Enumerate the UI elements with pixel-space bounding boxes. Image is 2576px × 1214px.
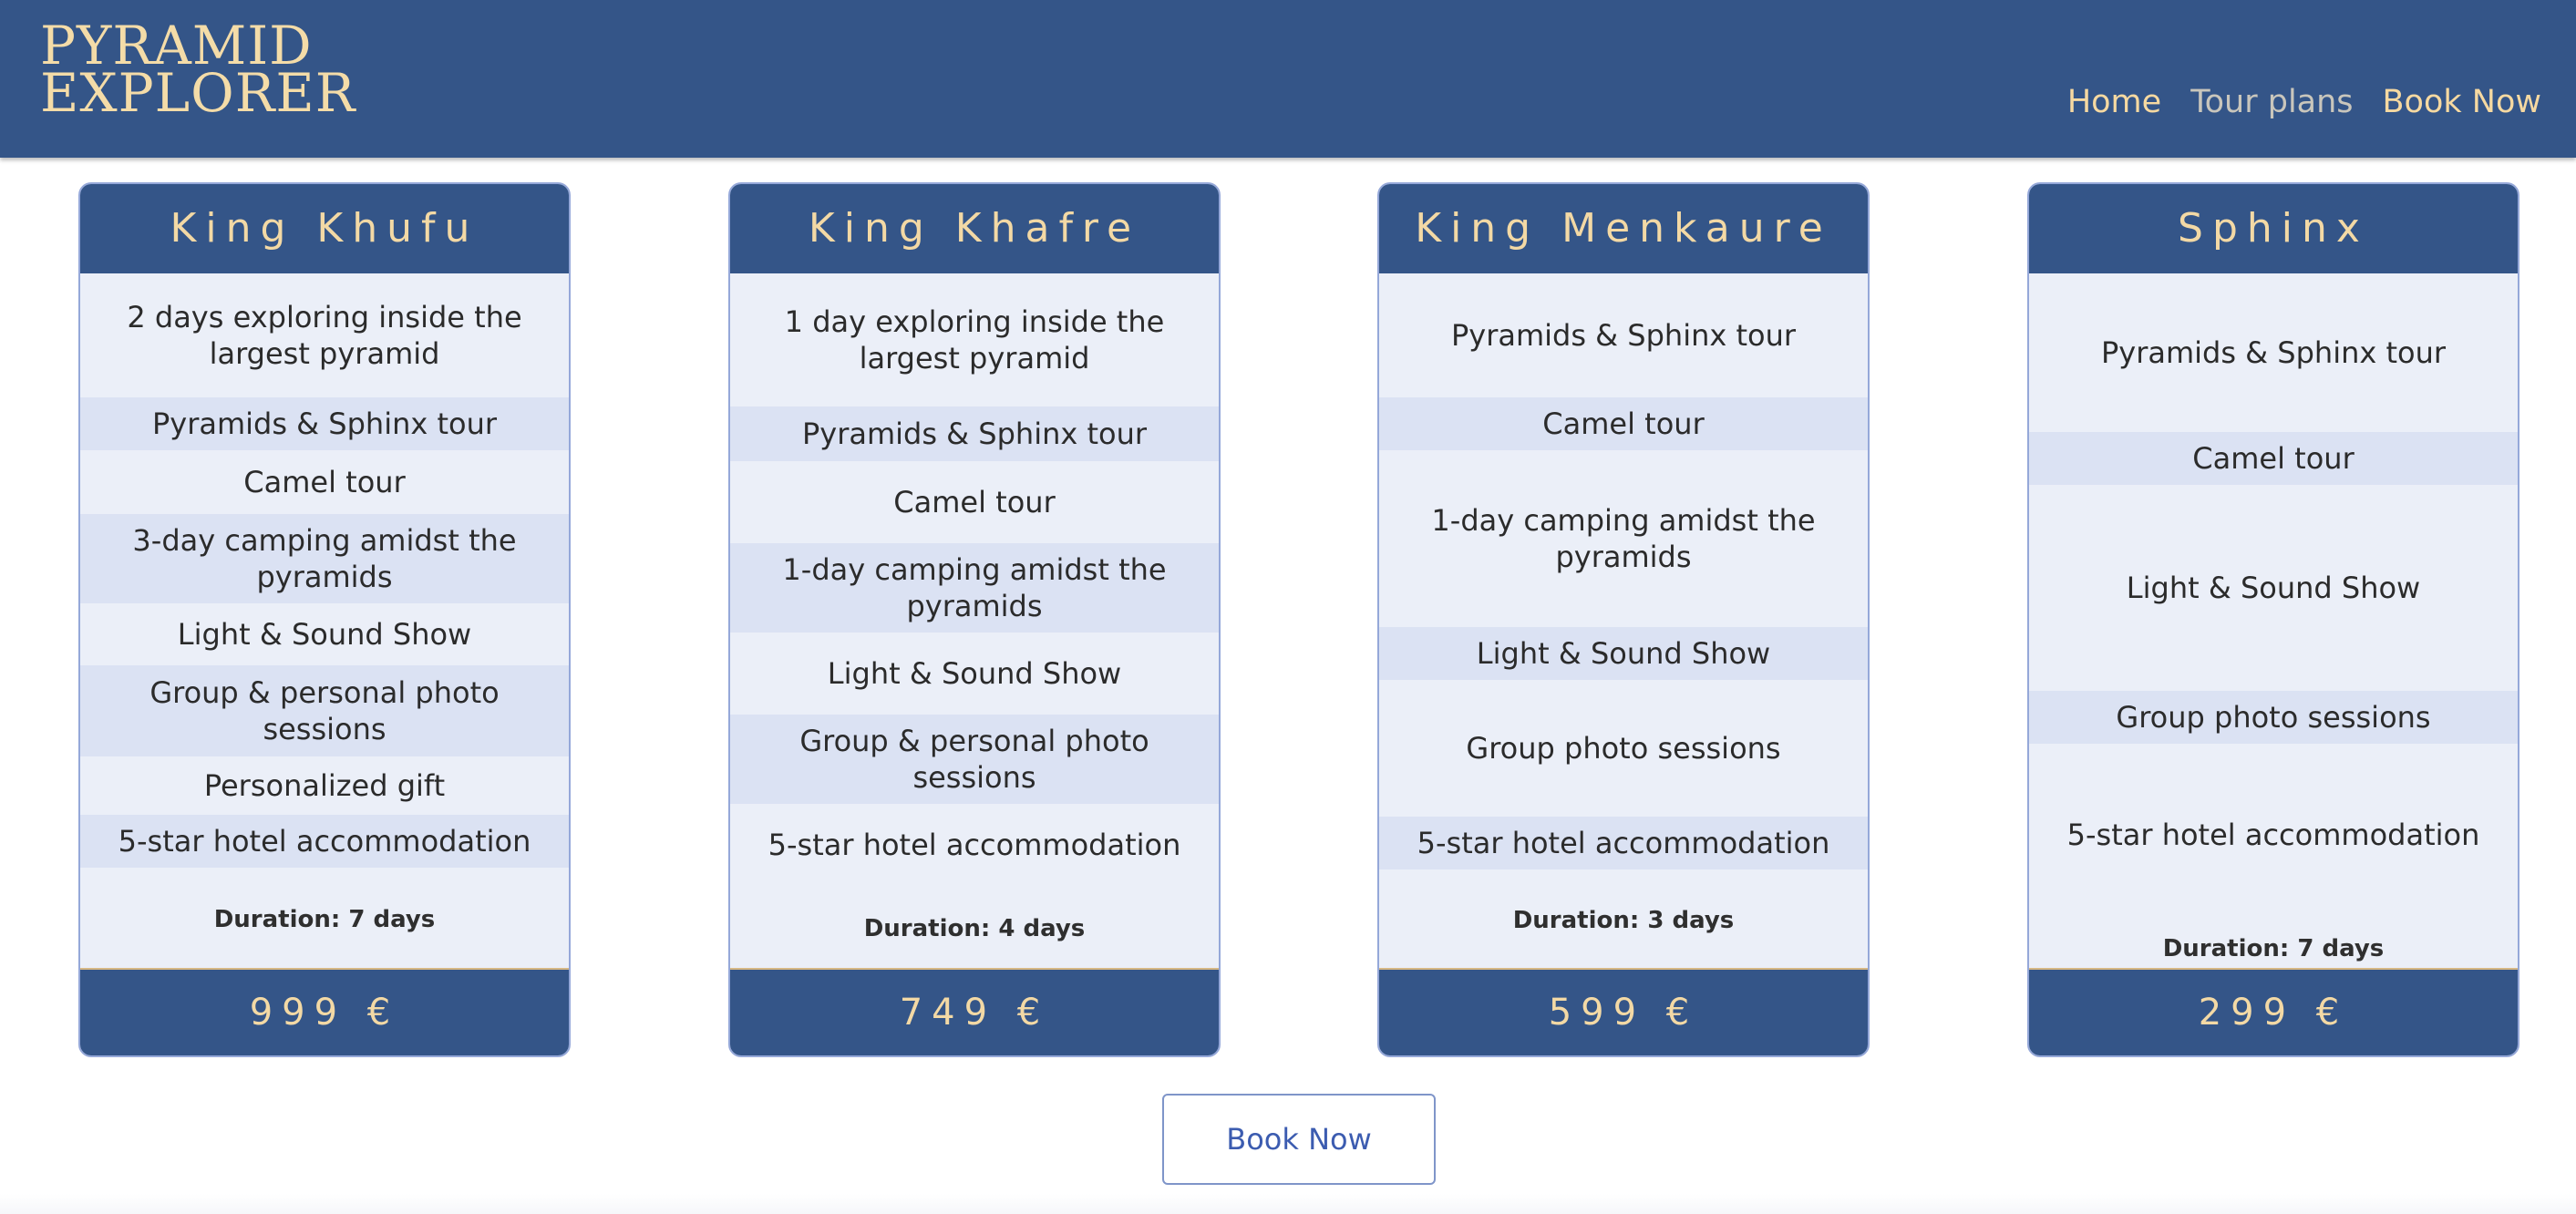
plan-feature: Light & Sound Show	[827, 656, 1122, 691]
nav-home-link[interactable]: Home	[2067, 80, 2161, 124]
plan-title: Sphinx	[2029, 184, 2518, 273]
plan-feature: Light & Sound Show	[177, 617, 472, 652]
plan-price: 999 €	[80, 968, 569, 1055]
plan-feature: Group photo sessions	[2029, 691, 2518, 744]
plan-feature: Light & Sound Show	[1379, 627, 1868, 680]
plan-feature: Pyramids & Sphinx tour	[730, 406, 1219, 461]
plan-feature: Camel tour	[1379, 397, 1868, 450]
plan-feature: 1-day camping amidst the pyramids	[1431, 503, 1816, 574]
plan-feature: Pyramids & Sphinx tour	[80, 397, 569, 450]
plan-feature: 5-star hotel accommodation	[768, 828, 1181, 862]
plan-feature: 3-day camping amidst the pyramids	[80, 514, 569, 603]
plan-card-sphinx: Sphinx Pyramids & Sphinx tour Camel tour…	[2027, 182, 2519, 1057]
plan-duration: Duration: 4 days	[863, 915, 1086, 942]
plan-price: 299 €	[2029, 968, 2518, 1055]
brand-line-2: EXPLORER	[40, 62, 356, 124]
site-header: PYRAMID EXPLORER Home Tour plans Book No…	[0, 0, 2576, 158]
nav-tour-plans-link[interactable]: Tour plans	[2190, 80, 2353, 124]
plan-duration: Duration: 3 days	[1512, 907, 1735, 934]
plan-price: 749 €	[730, 968, 1219, 1055]
plan-feature: Camel tour	[243, 465, 406, 499]
book-now-button[interactable]: Book Now	[1162, 1094, 1436, 1185]
plan-card-king-khufu: King Khufu 2 days exploring inside the l…	[78, 182, 571, 1057]
plan-feature: 1-day camping amidst the pyramids	[730, 543, 1219, 633]
plan-feature: Pyramids & Sphinx tour	[2100, 335, 2447, 370]
nav-book-now-link[interactable]: Book Now	[2383, 80, 2541, 124]
plan-feature: Group & personal photo sessions	[730, 715, 1219, 804]
plan-feature: 5-star hotel accommodation	[1379, 817, 1868, 869]
plan-feature: Group photo sessions	[1466, 731, 1781, 766]
plan-feature: Group & personal photo sessions	[80, 665, 569, 756]
plan-feature: 5-star hotel accommodation	[2066, 818, 2480, 852]
plan-title: King Khufu	[80, 184, 569, 273]
plan-feature: Pyramids & Sphinx tour	[1450, 318, 1797, 353]
plan-feature: 2 days exploring inside the largest pyra…	[127, 300, 522, 371]
page-bottom-fade	[0, 1194, 2576, 1214]
plan-duration: Duration: 7 days	[2162, 935, 2385, 962]
plan-title: King Menkaure	[1379, 184, 1868, 273]
plan-feature: Personalized gift	[203, 768, 446, 803]
plan-card-king-khafre: King Khafre 1 day exploring inside the l…	[728, 182, 1221, 1057]
main-nav: Home Tour plans Book Now	[2067, 80, 2541, 124]
plan-title: King Khafre	[730, 184, 1219, 273]
plan-cards: King Khufu 2 days exploring inside the l…	[0, 182, 2576, 1057]
plan-feature: Light & Sound Show	[2126, 571, 2421, 605]
plan-duration: Duration: 7 days	[213, 906, 436, 933]
plan-feature: Camel tour	[893, 485, 1056, 520]
plan-price: 599 €	[1379, 968, 1868, 1055]
plan-feature: Camel tour	[2029, 432, 2518, 485]
plan-feature: 5-star hotel accommodation	[80, 815, 569, 868]
plan-card-king-menkaure: King Menkaure Pyramids & Sphinx tour Cam…	[1377, 182, 1870, 1057]
brand-logo[interactable]: PYRAMID EXPLORER	[40, 19, 356, 124]
plan-feature: 1 day exploring inside the largest pyram…	[784, 304, 1165, 376]
